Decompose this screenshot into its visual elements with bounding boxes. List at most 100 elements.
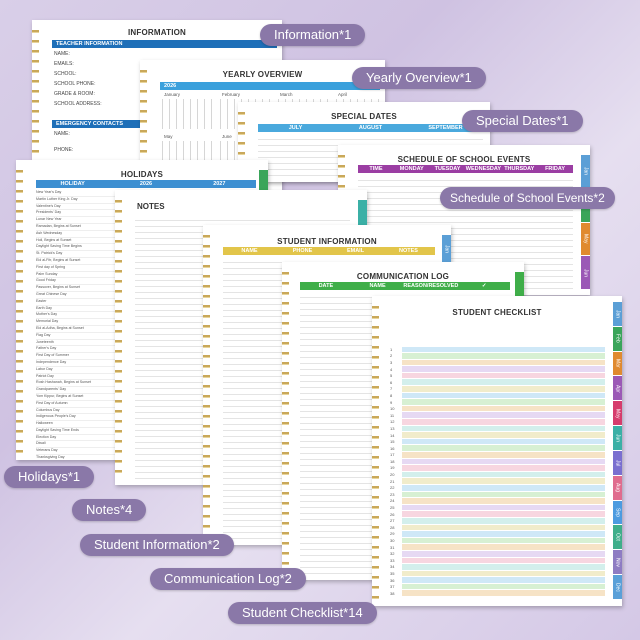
- schedule-page-column-header: WEDNESDAY: [465, 166, 502, 172]
- student-info-title: STUDENT INFORMATION: [277, 237, 377, 246]
- checklist-row: 37: [390, 583, 605, 590]
- student-info-header: NAME PHONE EMAIL NOTES: [223, 247, 435, 255]
- month-tab-sep[interactable]: Sep: [613, 500, 622, 526]
- month-tab-oct[interactable]: Oct: [613, 525, 622, 551]
- checklist-row-band: [402, 511, 605, 517]
- checklist-row: 36: [390, 577, 605, 584]
- checklist-row: 12: [390, 419, 605, 426]
- month-tab-dec[interactable]: Dec: [613, 575, 622, 600]
- month-tab-may[interactable]: May: [581, 222, 590, 257]
- checklist-row: 1: [390, 346, 605, 353]
- month-name: May: [164, 134, 173, 139]
- month-tab-jun[interactable]: Jun: [581, 256, 590, 290]
- comm-log-header: DATE NAME REASON/RESOLVED ✓: [300, 282, 510, 290]
- information-title: INFORMATION: [127, 28, 187, 37]
- schedule-page-column-header: THURSDAY: [504, 166, 535, 172]
- label-student-checklist: Student Checklist*14: [228, 602, 377, 624]
- checklist-row-band: [402, 517, 605, 524]
- checklist-row-band: [402, 419, 605, 425]
- checklist-row-band: [402, 438, 605, 445]
- checklist-row: 19: [390, 465, 605, 472]
- checklist-row: 11: [390, 412, 605, 419]
- checklist-row-band: [402, 478, 605, 484]
- checklist-row: 21: [390, 478, 605, 485]
- student-info-page-column-header: EMAIL: [346, 248, 365, 254]
- checklist-row: 2: [390, 353, 605, 360]
- schedule-page-column-header: MONDAY: [399, 166, 424, 172]
- comm-log-page-column-header: DATE: [318, 283, 334, 289]
- checklist-row-number: 38: [390, 590, 395, 596]
- schedule-month-tabs: JanAprMayJun: [581, 155, 590, 290]
- month-tab-jun[interactable]: Jun: [613, 426, 622, 451]
- teacher-field-label: SCHOOL PHONE:: [54, 81, 96, 87]
- year-bar: 2026: [160, 82, 380, 90]
- checklist-row-number: 10: [390, 406, 395, 412]
- checklist-row: 18: [390, 458, 605, 465]
- checklist-row: 27: [390, 517, 605, 524]
- checklist-row-band: [402, 346, 605, 353]
- label-notes: Notes*4: [72, 499, 147, 521]
- checklist-row-number: 15: [390, 439, 395, 445]
- checklist-row: 26: [390, 511, 605, 518]
- month-tab-nov[interactable]: Nov: [613, 550, 622, 576]
- student-info-page-column-header: NOTES: [399, 248, 418, 254]
- checklist-row-band: [402, 544, 605, 550]
- checklist-row: 31: [390, 544, 605, 551]
- checklist-row-number: 24: [390, 498, 395, 504]
- checklist-row-number: 3: [390, 359, 393, 365]
- checklist-row-band: [402, 524, 605, 531]
- checklist-row-band: [402, 504, 605, 511]
- checklist-row-band: [402, 577, 605, 583]
- checklist-row-band: [402, 392, 605, 399]
- checklist-row-number: 33: [390, 557, 395, 563]
- month-tab-aug[interactable]: Aug: [613, 475, 622, 501]
- checklist-row-band: [402, 386, 605, 392]
- checklist-row: 13: [390, 425, 605, 432]
- checklist-row-number: 14: [390, 432, 395, 438]
- checklist-row-number: 7: [390, 386, 393, 392]
- checklist-title: STUDENT CHECKLIST: [452, 308, 542, 317]
- checklist-row-number: 19: [390, 465, 395, 471]
- checklist-row-number: 25: [390, 505, 395, 511]
- spiral-binding: [140, 66, 147, 174]
- spiral-binding: [372, 302, 379, 600]
- checklist-row-number: 35: [390, 570, 395, 576]
- checklist-row-number: 5: [390, 373, 393, 379]
- checklist-row-band: [402, 458, 605, 465]
- checklist-row: 20: [390, 471, 605, 478]
- checklist-row-number: 6: [390, 379, 393, 385]
- checklist-row-number: 11: [390, 412, 395, 418]
- checklist-row-number: 22: [390, 485, 395, 491]
- comm-log-tab[interactable]: [515, 272, 524, 297]
- month-tab-mar[interactable]: Mar: [613, 351, 622, 377]
- month-name: March: [280, 92, 293, 97]
- checklist-row: 5: [390, 372, 605, 379]
- teacher-field-label: EMAILS:: [54, 61, 74, 67]
- checklist-row-band: [402, 379, 605, 386]
- checklist-row-number: 17: [390, 452, 395, 458]
- checklist-row: 30: [390, 537, 605, 544]
- holidays-title: HOLIDAYS: [120, 170, 164, 179]
- month-tab-jul[interactable]: Jul: [613, 450, 622, 476]
- checklist-row-number: 4: [390, 366, 393, 372]
- checklist-row-band: [402, 498, 605, 504]
- month-tab-jan[interactable]: Jan: [442, 235, 451, 265]
- comm-log-title: COMMUNICATION LOG: [356, 272, 450, 281]
- comm-log-page-column-header: REASON/RESOLVED: [403, 283, 459, 289]
- checklist-row-number: 2: [390, 353, 393, 359]
- checklist-row: 17: [390, 452, 605, 459]
- schedule-header: TIME MONDAY TUESDAY WEDNESDAY THURSDAY FRIDAY: [358, 165, 573, 173]
- month-tab-jan[interactable]: Jan: [613, 302, 622, 327]
- month-tab-feb[interactable]: Feb: [613, 326, 622, 352]
- checklist-row: 24: [390, 498, 605, 505]
- month-tab-apr[interactable]: Apr: [613, 376, 622, 402]
- checklist-row-number: 37: [390, 584, 395, 590]
- spiral-binding: [282, 268, 289, 574]
- emergency-field-label: PHONE:: [54, 147, 74, 153]
- month-tab-jan[interactable]: Jan: [581, 155, 590, 189]
- yearly-title: YEARLY OVERVIEW: [222, 70, 303, 79]
- month-tab-may[interactable]: May: [613, 401, 622, 427]
- checklist-row: 8: [390, 392, 605, 399]
- checklist-row: 38: [390, 590, 605, 597]
- checklist-row-number: 28: [390, 524, 395, 530]
